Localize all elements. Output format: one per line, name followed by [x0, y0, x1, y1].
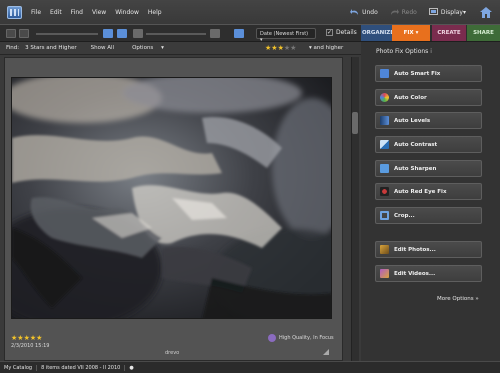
quality-label: High Quality, In Focus [279, 335, 334, 341]
crop-label: Crop... [394, 212, 415, 219]
more-options-link[interactable]: More Options » [437, 296, 479, 302]
auto-smart-fix-label: Auto Smart Fix [394, 70, 441, 77]
star-icon[interactable]: ★ [36, 334, 42, 342]
contrast-icon [380, 140, 389, 149]
vertical-scrollbar[interactable] [351, 57, 359, 361]
levels-icon [380, 116, 389, 125]
forward-arrow-icon[interactable] [19, 29, 29, 38]
panel-title: Photo Fix Options i [376, 48, 432, 55]
menu-window[interactable]: Window [115, 9, 139, 16]
show-all-button[interactable]: Show All [91, 45, 114, 51]
auto-levels-label: Auto Levels [394, 117, 431, 124]
checkmark-icon: ✓ [326, 29, 333, 36]
chevron-down-icon: ▾ [161, 45, 164, 51]
red-eye-icon [380, 187, 389, 196]
scrollbar-thumb[interactable] [352, 112, 358, 134]
info-icon: i [430, 48, 432, 55]
undo-icon [350, 8, 359, 15]
photo-rating[interactable]: ★★★★★ [11, 334, 42, 342]
redo-icon [390, 8, 399, 15]
crop-icon [380, 211, 389, 220]
tab-organize[interactable]: ORGANIZE [361, 25, 395, 41]
auto-red-eye-fix-label: Auto Red Eye Fix [394, 188, 447, 195]
find-label: Find: [6, 45, 20, 51]
zoom-out-icon[interactable] [133, 29, 143, 38]
app-logo-icon [7, 5, 22, 19]
panel-title-label: Photo Fix Options [376, 48, 429, 55]
menu-bar: File Edit Find View Window Help Undo Red… [0, 0, 500, 24]
photo-caption: drevo [165, 350, 180, 356]
full-screen-icon[interactable] [234, 29, 244, 38]
auto-contrast-button[interactable]: Auto Contrast [375, 136, 482, 153]
auto-color-label: Auto Color [394, 94, 427, 101]
sharpen-icon [380, 164, 389, 173]
smart-tag-icon [268, 334, 276, 342]
options-label: Options [132, 45, 154, 51]
tab-share[interactable]: SHARE [467, 25, 500, 41]
edit-videos-button[interactable]: Edit Videos... [375, 265, 482, 282]
auto-smart-fix-button[interactable]: Auto Smart Fix [375, 65, 482, 82]
auto-sharpen-label: Auto Sharpen [394, 165, 437, 172]
menu-find[interactable]: Find [71, 9, 83, 16]
star-filter[interactable]: ★★★★★ [265, 44, 296, 52]
tab-create[interactable]: CREATE [432, 25, 466, 41]
tree-bark-image [12, 78, 331, 318]
tab-fix[interactable]: FIX ▾ [392, 25, 430, 41]
grid-view-icon[interactable] [117, 29, 127, 38]
undo-button[interactable]: Undo [350, 8, 378, 16]
chevron-down-icon: ▾ [462, 8, 466, 16]
auto-analyzer-tag: High Quality, In Focus [268, 334, 334, 342]
single-photo-view-icon[interactable] [103, 29, 113, 38]
empty-star-icon[interactable]: ★ [290, 44, 296, 52]
auto-levels-button[interactable]: Auto Levels [375, 112, 482, 129]
redo-button[interactable]: Redo [390, 8, 417, 16]
auto-contrast-label: Auto Contrast [394, 141, 438, 148]
menu-view[interactable]: View [92, 9, 106, 16]
edit-videos-icon [380, 269, 389, 278]
undo-label: Undo [362, 8, 378, 16]
chevron-down-icon: ▾ [309, 45, 312, 51]
edit-photos-icon [380, 245, 389, 254]
find-bar: Find: 3 Stars and Higher Show All Option… [0, 42, 361, 55]
thumbnail-size-slider[interactable] [146, 33, 206, 35]
more-options-label: More Options [437, 296, 474, 302]
auto-sharpen-button[interactable]: Auto Sharpen [375, 160, 482, 177]
smart-fix-icon [380, 69, 389, 78]
catalog-label[interactable]: My Catalog [0, 364, 38, 371]
back-arrow-icon[interactable] [6, 29, 16, 38]
status-bar: My Catalog 8 items dated VII 2008 - II 2… [0, 361, 500, 373]
color-wheel-icon [380, 93, 389, 102]
details-checkbox[interactable]: ✓ Details [326, 29, 357, 36]
sort-order-select[interactable]: Date (Newest First) ▾ [256, 28, 316, 43]
tab-fix-label: FIX [403, 30, 414, 36]
notification-icon[interactable]: ● [125, 365, 137, 371]
photo-date: 2/3/2010 15:19 [11, 343, 50, 349]
crop-button[interactable]: Crop... [375, 207, 482, 224]
home-icon[interactable] [480, 6, 492, 18]
menu-edit[interactable]: Edit [50, 9, 62, 16]
edit-photos-label: Edit Photos... [394, 246, 436, 253]
and-higher-label: and higher [313, 45, 344, 51]
redo-label: Redo [401, 8, 417, 16]
menu-file[interactable]: File [31, 9, 41, 16]
auto-red-eye-fix-button[interactable]: Auto Red Eye Fix [375, 183, 482, 200]
edit-videos-label: Edit Videos... [394, 270, 436, 277]
sort-order-value: Date (Newest First) [260, 31, 309, 37]
display-button[interactable]: Display ▾ [428, 8, 466, 16]
timeline-slider[interactable] [36, 33, 98, 35]
rating-condition[interactable]: ▾ and higher [309, 45, 343, 51]
auto-color-button[interactable]: Auto Color [375, 89, 482, 106]
zoom-in-icon[interactable] [210, 29, 220, 38]
display-label: Display [440, 8, 463, 16]
filter-label: 3 Stars and Higher [25, 45, 77, 51]
details-label: Details [336, 29, 357, 36]
menu-help[interactable]: Help [148, 9, 162, 16]
photo-thumbnail[interactable] [11, 77, 332, 319]
double-chevron-right-icon: » [475, 296, 479, 302]
chevron-down-icon: ▾ [415, 30, 419, 36]
options-menu[interactable]: Options ▾ [126, 45, 164, 51]
display-icon [428, 8, 438, 15]
edit-photos-button[interactable]: Edit Photos... [375, 241, 482, 258]
items-count-label: 8 items dated VII 2008 - II 2010 [37, 364, 126, 371]
